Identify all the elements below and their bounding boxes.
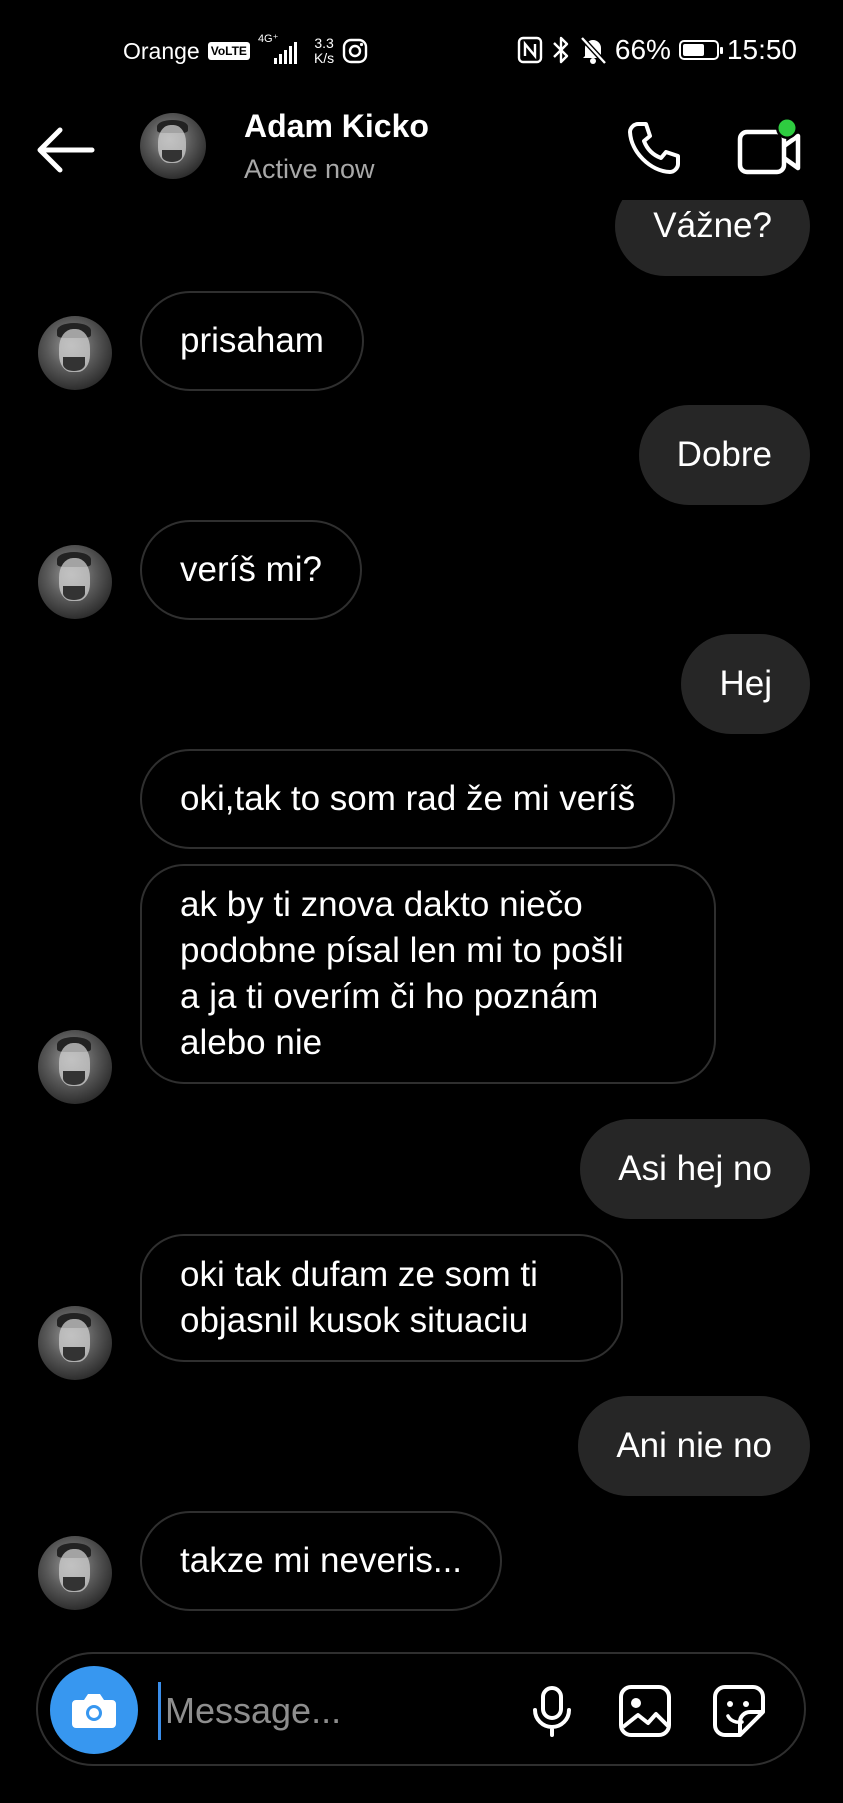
message-bubble-incoming[interactable]: oki tak dufam ze som ti objasnil kusok s… xyxy=(140,1234,623,1362)
message-line: oki tak dufam ze som ti xyxy=(180,1255,538,1294)
message-composer xyxy=(36,1652,806,1766)
message-bubble-outgoing[interactable]: Ani nie no xyxy=(578,1396,810,1496)
message-line: a ja ti overím či ho poznám xyxy=(180,977,599,1016)
message-text: Vážne? xyxy=(653,206,772,245)
message-line: alebo nie xyxy=(180,1023,323,1062)
online-dot xyxy=(778,119,796,137)
message-bubble-outgoing[interactable]: Dobre xyxy=(638,405,810,505)
chat-header: Adam Kicko Active now xyxy=(0,100,843,210)
network-speed: 3.3 K/s xyxy=(314,36,334,66)
battery-icon xyxy=(678,40,723,60)
message-text: Ani nie no xyxy=(616,1426,772,1465)
mute-bell-icon xyxy=(580,36,607,65)
signal-icon: 4G⁺ xyxy=(258,33,306,66)
phone-call-icon[interactable] xyxy=(624,118,684,178)
contact-status: Active now xyxy=(244,154,375,184)
sender-avatar[interactable] xyxy=(38,316,112,390)
microphone-icon[interactable] xyxy=(523,1682,581,1740)
status-bar: Orange VoLTE 4G⁺ 3.3 K/s 66% 15:50 xyxy=(0,0,843,100)
message-bubble-incoming[interactable]: veríš mi? xyxy=(140,520,362,620)
message-text: takze mi neveris... xyxy=(180,1541,463,1580)
message-bubble-incoming[interactable]: takze mi neveris... xyxy=(140,1511,503,1611)
message-line: podobne písal len mi to pošli xyxy=(180,931,624,970)
contact-avatar[interactable] xyxy=(140,113,206,179)
message-bubble-outgoing[interactable]: Hej xyxy=(681,634,810,734)
camera-button[interactable] xyxy=(50,1666,138,1754)
carrier-label: Orange xyxy=(123,37,200,64)
nfc-icon xyxy=(517,36,543,64)
message-text: oki,tak to som rad že mi veríš xyxy=(180,779,636,818)
bluetooth-icon xyxy=(553,36,569,64)
sender-avatar[interactable] xyxy=(38,1536,112,1610)
message-bubble-incoming[interactable]: ak by ti znova dakto niečo podobne písal… xyxy=(140,864,716,1084)
sender-avatar[interactable] xyxy=(38,1306,112,1380)
contact-name[interactable]: Adam Kicko xyxy=(244,108,429,145)
network-speed-unit: K/s xyxy=(313,50,335,66)
message-text: Dobre xyxy=(676,435,772,474)
message-input[interactable] xyxy=(158,1682,547,1740)
sticker-icon[interactable] xyxy=(710,1682,768,1740)
back-arrow-icon[interactable] xyxy=(36,126,96,174)
instagram-icon xyxy=(342,38,368,64)
video-call-icon[interactable] xyxy=(736,118,804,178)
sender-avatar[interactable] xyxy=(38,545,112,619)
clock: 15:50 xyxy=(726,34,797,65)
message-bubble-incoming[interactable]: prisaham xyxy=(140,291,364,391)
message-line: objasnil kusok situaciu xyxy=(180,1301,529,1340)
message-line: ak by ti znova dakto niečo xyxy=(180,885,583,924)
camera-icon xyxy=(72,1694,116,1728)
battery-percent: 66% xyxy=(614,34,671,65)
message-text: veríš mi? xyxy=(180,550,322,589)
message-bubble-incoming[interactable]: oki,tak to som rad že mi veríš xyxy=(140,749,676,849)
message-text: Asi hej no xyxy=(618,1149,772,1188)
gallery-icon[interactable] xyxy=(616,1682,674,1740)
message-text: Hej xyxy=(719,664,772,703)
message-list[interactable]: Vážne? prisaham Dobre veríš mi? Hej oki,… xyxy=(0,200,843,1650)
message-text: prisaham xyxy=(180,321,324,360)
message-bubble-outgoing[interactable]: Vážne? xyxy=(615,200,810,276)
volte-badge: VoLTE xyxy=(207,42,250,60)
network-speed-value: 3.3 xyxy=(314,35,334,51)
sender-avatar[interactable] xyxy=(38,1030,112,1104)
message-bubble-outgoing[interactable]: Asi hej no xyxy=(580,1119,810,1219)
